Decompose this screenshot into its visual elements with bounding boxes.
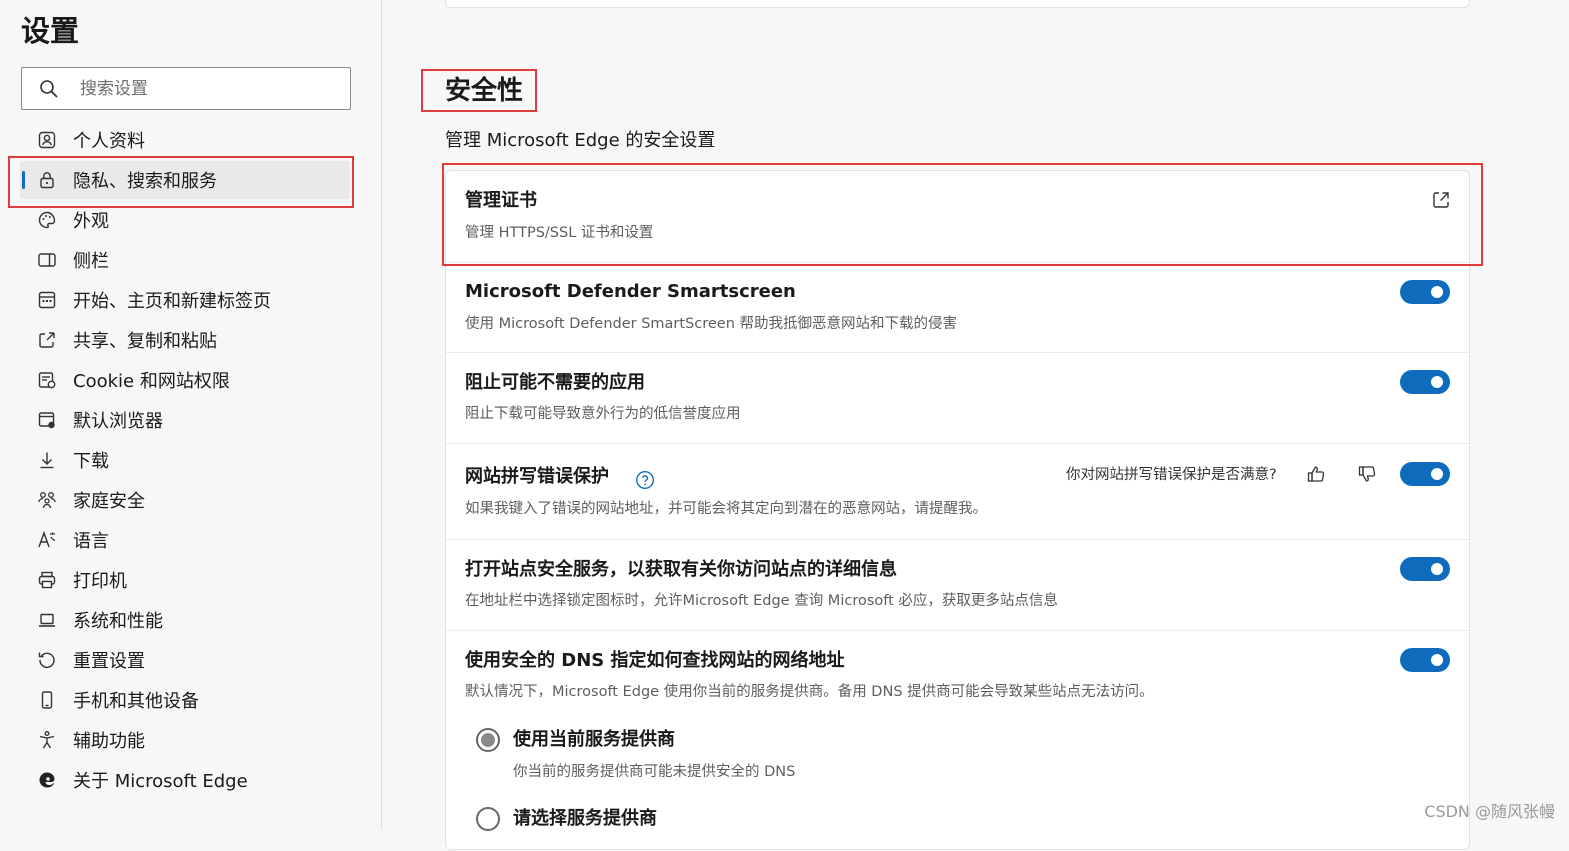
lock-icon — [36, 169, 58, 191]
palette-icon — [36, 209, 58, 231]
external-link-icon[interactable] — [1431, 190, 1451, 210]
sidebar-item-label: Cookie 和网站权限 — [73, 371, 230, 392]
watermark: CSDN @随风张幔 — [1424, 802, 1555, 821]
download-icon — [36, 449, 58, 471]
row-title: 阻止可能不需要的应用 — [465, 372, 645, 393]
profile-icon — [36, 129, 58, 151]
secure-dns-toggle[interactable] — [1400, 648, 1450, 672]
phone-icon — [36, 689, 58, 711]
block-pua-toggle[interactable] — [1400, 370, 1450, 394]
row-title: 管理证书 — [465, 190, 537, 211]
row-title: 打开站点安全服务，以获取有关你访问站点的详细信息 — [465, 559, 897, 580]
cookie-permissions-icon — [36, 369, 58, 391]
row-description: 使用 Microsoft Defender SmartScreen 帮助我抵御恶… — [465, 316, 958, 332]
row-description: 默认情况下，Microsoft Edge 使用你当前的服务提供商。备用 DNS … — [465, 684, 1154, 700]
secure-dns-row: 使用安全的 DNS 指定如何查找网站的网络地址 默认情况下，Microsoft … — [446, 631, 1469, 851]
row-title: 使用安全的 DNS 指定如何查找网站的网络地址 — [465, 650, 845, 671]
sidebar-item-label: 重置设置 — [73, 651, 145, 672]
sidebar-item-printer[interactable]: 打印机 — [20, 561, 350, 599]
search-input[interactable] — [78, 73, 342, 105]
sidebar-item-devices[interactable]: 手机和其他设备 — [20, 681, 350, 719]
block-pua-row: 阻止可能不需要的应用 阻止下载可能导致意外行为的低信誉度应用 — [446, 353, 1469, 444]
default-browser-icon — [36, 409, 58, 431]
section-title: 安全性 — [445, 76, 524, 106]
security-settings-card: 管理证书 管理 HTTPS/SSL 证书和设置 Microsoft Defend… — [445, 170, 1470, 850]
sidebar-icon — [36, 249, 58, 271]
sidebar-item-label: 系统和性能 — [73, 611, 163, 632]
reset-icon — [36, 649, 58, 671]
row-title: Microsoft Defender Smartscreen — [465, 281, 796, 302]
smartscreen-toggle[interactable] — [1400, 280, 1450, 304]
sidebar-item-sidebar[interactable]: 侧栏 — [20, 241, 350, 279]
sidebar-item-label: 外观 — [73, 211, 109, 232]
sidebar-item-label: 辅助功能 — [73, 731, 145, 752]
feedback-question: 你对网站拼写错误保护是否满意? — [1066, 467, 1277, 483]
thumbs-up-icon[interactable] — [1306, 464, 1326, 484]
radio-label: 请选择服务提供商 — [513, 808, 657, 829]
sidebar-item-profile[interactable]: 个人资料 — [20, 121, 350, 159]
site-safety-row: 打开站点安全服务，以获取有关你访问站点的详细信息 在地址栏中选择锁定图标时，允许… — [446, 540, 1469, 631]
typo-protection-toggle[interactable] — [1400, 462, 1450, 486]
search-box[interactable] — [21, 67, 351, 110]
edge-logo-icon — [36, 769, 58, 791]
family-icon — [36, 489, 58, 511]
sidebar-item-reset[interactable]: 重置设置 — [20, 641, 350, 679]
sidebar-item-cookies[interactable]: Cookie 和网站权限 — [20, 361, 350, 399]
smartscreen-row: Microsoft Defender Smartscreen 使用 Micros… — [446, 263, 1469, 353]
typo-protection-row: 网站拼写错误保护 你对网站拼写错误保护是否满意? 如果我键入了错误的网站地址，并… — [446, 444, 1469, 540]
language-icon — [36, 529, 58, 551]
previous-card-edge — [445, 0, 1470, 8]
thumbs-down-icon[interactable] — [1357, 464, 1377, 484]
radio-label: 使用当前服务提供商 — [513, 729, 675, 750]
row-title-text: 网站拼写错误保护 — [465, 466, 609, 487]
sidebar-item-label: 侧栏 — [73, 251, 109, 272]
sidebar-item-system[interactable]: 系统和性能 — [20, 601, 350, 639]
accessibility-icon — [36, 729, 58, 751]
section-description: 管理 Microsoft Edge 的安全设置 — [445, 130, 716, 151]
sidebar-item-label: 打印机 — [73, 571, 127, 592]
sidebar-item-about[interactable]: 关于 Microsoft Edge — [20, 761, 350, 799]
printer-icon — [36, 569, 58, 591]
sidebar-item-label: 共享、复制和粘贴 — [73, 331, 217, 352]
sidebar-item-family[interactable]: 家庭安全 — [20, 481, 350, 519]
site-safety-toggle[interactable] — [1400, 557, 1450, 581]
home-page-icon — [36, 289, 58, 311]
laptop-icon — [36, 609, 58, 631]
sidebar-item-default-browser[interactable]: 默认浏览器 — [20, 401, 350, 439]
radio-choose-provider[interactable] — [476, 807, 500, 831]
sidebar-item-accessibility[interactable]: 辅助功能 — [20, 721, 350, 759]
row-description: 管理 HTTPS/SSL 证书和设置 — [465, 225, 654, 241]
sidebar-item-label: 家庭安全 — [73, 491, 145, 512]
row-description: 如果我键入了错误的网站地址，并可能会将其定向到潜在的恶意网站，请提醒我。 — [465, 501, 987, 517]
sidebar-item-label: 隐私、搜索和服务 — [73, 171, 217, 192]
row-description: 阻止下载可能导致意外行为的低信誉度应用 — [465, 406, 741, 422]
sidebar-item-label: 开始、主页和新建标签页 — [73, 291, 271, 312]
sidebar-item-label: 下载 — [73, 451, 109, 472]
share-icon — [36, 329, 58, 351]
sidebar: 设置 个人资料 隐私、搜索和服务 外观 侧栏 开始、主 — [0, 0, 382, 830]
sidebar-item-label: 默认浏览器 — [73, 411, 163, 432]
radio-current-provider[interactable] — [476, 728, 500, 752]
sidebar-item-privacy[interactable]: 隐私、搜索和服务 — [20, 161, 350, 199]
sidebar-item-language[interactable]: 语言 — [20, 521, 350, 559]
search-icon — [40, 80, 58, 98]
sidebar-item-label: 关于 Microsoft Edge — [73, 771, 248, 792]
sidebar-item-label: 手机和其他设备 — [73, 691, 199, 712]
settings-title: 设置 — [21, 14, 80, 48]
radio-description: 你当前的服务提供商可能未提供安全的 DNS — [513, 764, 796, 780]
sidebar-item-label: 个人资料 — [73, 131, 145, 152]
row-description: 在地址栏中选择锁定图标时，允许Microsoft Edge 查询 Microso… — [465, 593, 1058, 609]
help-icon[interactable] — [635, 470, 655, 490]
sidebar-item-appearance[interactable]: 外观 — [20, 201, 350, 239]
sidebar-item-start-home[interactable]: 开始、主页和新建标签页 — [20, 281, 350, 319]
sidebar-item-label: 语言 — [73, 531, 109, 552]
sidebar-item-share[interactable]: 共享、复制和粘贴 — [20, 321, 350, 359]
manage-certificates-row[interactable]: 管理证书 管理 HTTPS/SSL 证书和设置 — [446, 171, 1469, 263]
row-title: 网站拼写错误保护 — [465, 464, 655, 490]
sidebar-item-downloads[interactable]: 下载 — [20, 441, 350, 479]
